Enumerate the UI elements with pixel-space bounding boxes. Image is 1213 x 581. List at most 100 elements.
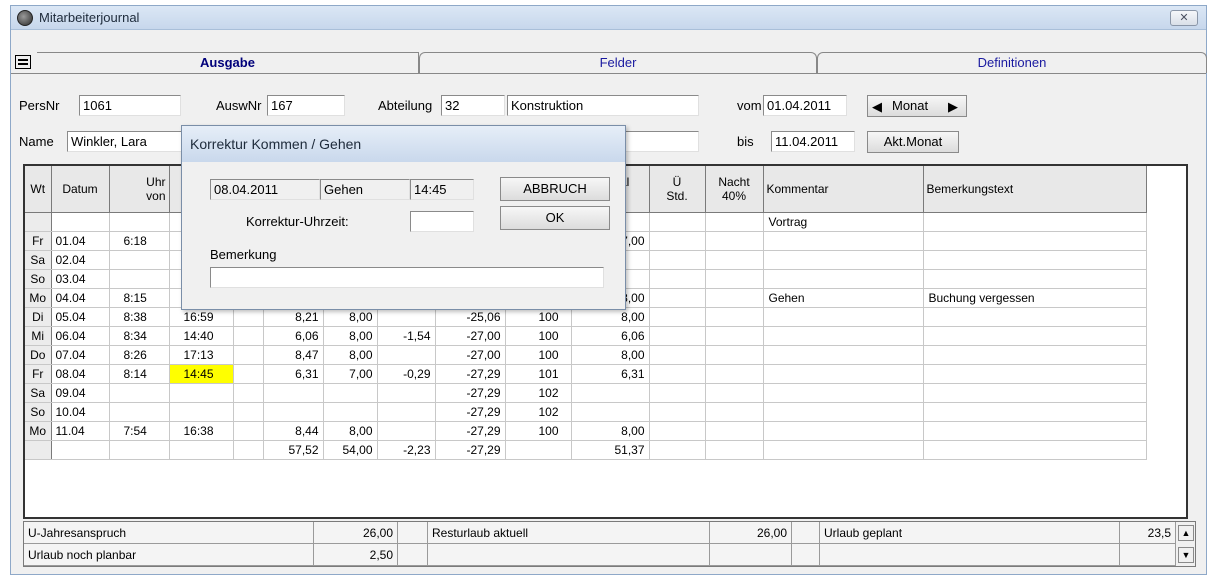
cell-nacht[interactable] (705, 231, 764, 251)
cell-c6[interactable]: 8,00 (323, 345, 378, 365)
cell-c5[interactable]: 57,52 (263, 440, 324, 460)
col-header-wt[interactable]: Wt (25, 166, 52, 213)
cell-nacht[interactable] (705, 440, 764, 460)
cell-bis[interactable] (169, 440, 234, 460)
cell-bemerkung[interactable] (923, 212, 1147, 232)
name-field-extension[interactable] (621, 131, 699, 152)
cell-c9[interactable]: 100 (505, 345, 572, 365)
cell-datum[interactable] (51, 440, 110, 460)
cell-normal[interactable] (571, 402, 650, 422)
col-header-datum[interactable]: Datum (51, 166, 110, 213)
cell-c6[interactable]: 8,00 (323, 326, 378, 346)
cell-kommentar[interactable]: Gehen (763, 288, 924, 308)
cell-c7[interactable] (377, 345, 436, 365)
cell-c5[interactable] (263, 402, 324, 422)
cell-wt[interactable]: Mi (25, 326, 52, 346)
cell-c6[interactable] (323, 402, 378, 422)
cell-von[interactable] (109, 402, 170, 422)
cell-wt[interactable] (25, 212, 52, 232)
cell-ue[interactable] (649, 326, 706, 346)
cell-von[interactable]: 8:26 (109, 345, 170, 365)
cell-c7[interactable]: -2,23 (377, 440, 436, 460)
cell-nacht[interactable] (705, 345, 764, 365)
cell-c6[interactable]: 7,00 (323, 364, 378, 384)
korrektur-uhrzeit-input[interactable] (410, 211, 474, 232)
cell-datum[interactable]: 04.04 (51, 288, 110, 308)
cell-c8[interactable]: -27,00 (435, 326, 506, 346)
cell-datum[interactable]: 02.04 (51, 250, 110, 270)
cell-nacht[interactable] (705, 364, 764, 384)
cell-c7[interactable]: -1,54 (377, 326, 436, 346)
cell-kommentar[interactable] (763, 269, 924, 289)
prev-month-icon[interactable]: ◀ (872, 97, 882, 117)
cell-bemerkung[interactable] (923, 250, 1147, 270)
cell-c7[interactable] (377, 421, 436, 441)
cell-bemerkung[interactable] (923, 383, 1147, 403)
cell-datum[interactable]: 08.04 (51, 364, 110, 384)
cell-nacht[interactable] (705, 402, 764, 422)
cell-von[interactable]: 8:14 (109, 364, 170, 384)
cell-c8[interactable]: -27,29 (435, 402, 506, 422)
cell-nacht[interactable] (705, 307, 764, 327)
cell-nacht[interactable] (705, 383, 764, 403)
cell-c8[interactable]: -27,29 (435, 440, 506, 460)
cell-bemerkung[interactable] (923, 231, 1147, 251)
cell-datum[interactable]: 11.04 (51, 421, 110, 441)
cell-von[interactable] (109, 250, 170, 270)
cell-c6[interactable]: 54,00 (323, 440, 378, 460)
cell-c4[interactable] (233, 383, 264, 403)
cell-c7[interactable] (377, 402, 436, 422)
cell-von[interactable]: 8:38 (109, 307, 170, 327)
cell-bis[interactable]: 14:45 (169, 364, 234, 384)
tab-ausgabe[interactable]: Ausgabe (37, 52, 419, 73)
table-row[interactable]: Mo 11.04 7:54 16:38 8,44 8,00 -27,29 100 8,00 (25, 421, 1147, 441)
cell-datum[interactable]: 07.04 (51, 345, 110, 365)
cell-c5[interactable]: 8,47 (263, 345, 324, 365)
cell-wt[interactable]: So (25, 269, 52, 289)
cell-normal[interactable]: 8,00 (571, 421, 650, 441)
cell-nacht[interactable] (705, 250, 764, 270)
cell-datum[interactable]: 10.04 (51, 402, 110, 422)
cell-c8[interactable]: -27,29 (435, 383, 506, 403)
cell-bemerkung[interactable] (923, 440, 1147, 460)
cell-von[interactable]: 8:15 (109, 288, 170, 308)
cell-c4[interactable] (233, 364, 264, 384)
cell-ue[interactable] (649, 250, 706, 270)
cell-ue[interactable] (649, 345, 706, 365)
cell-kommentar[interactable] (763, 440, 924, 460)
cell-ue[interactable] (649, 364, 706, 384)
cell-bis[interactable] (169, 402, 234, 422)
cell-bis[interactable]: 16:38 (169, 421, 234, 441)
cell-c9[interactable]: 100 (505, 421, 572, 441)
next-month-icon[interactable]: ▶ (948, 97, 958, 117)
cell-kommentar[interactable] (763, 402, 924, 422)
cell-von[interactable] (109, 440, 170, 460)
cell-c7[interactable]: -0,29 (377, 364, 436, 384)
cell-kommentar[interactable] (763, 250, 924, 270)
cell-wt[interactable] (25, 440, 52, 460)
cell-normal[interactable]: 8,00 (571, 345, 650, 365)
cell-bemerkung[interactable] (923, 421, 1147, 441)
col-header-bemerkung[interactable]: Bemerkungstext (923, 166, 1147, 213)
cell-c9[interactable]: 102 (505, 383, 572, 403)
cell-bemerkung[interactable] (923, 307, 1147, 327)
col-header-kommentar[interactable]: Kommentar (763, 166, 924, 213)
persnr-field[interactable]: 1061 (79, 95, 181, 116)
cell-c9[interactable]: 101 (505, 364, 572, 384)
cell-ue[interactable] (649, 421, 706, 441)
cell-c7[interactable] (377, 383, 436, 403)
cell-ue[interactable] (649, 440, 706, 460)
cell-nacht[interactable] (705, 212, 764, 232)
cell-c8[interactable]: -27,29 (435, 421, 506, 441)
cell-ue[interactable] (649, 383, 706, 403)
ok-button[interactable]: OK (500, 206, 610, 230)
cell-ue[interactable] (649, 288, 706, 308)
cell-von[interactable] (109, 269, 170, 289)
cell-datum[interactable] (51, 212, 110, 232)
table-row[interactable]: Do 07.04 8:26 17:13 8,47 8,00 -27,00 100 8,00 (25, 345, 1147, 365)
scroll-down-icon[interactable]: ▼ (1178, 547, 1194, 563)
abteilung-name-field[interactable]: Konstruktion (507, 95, 699, 116)
cell-kommentar[interactable] (763, 364, 924, 384)
cell-wt[interactable]: Mo (25, 288, 52, 308)
cell-bemerkung[interactable] (923, 364, 1147, 384)
